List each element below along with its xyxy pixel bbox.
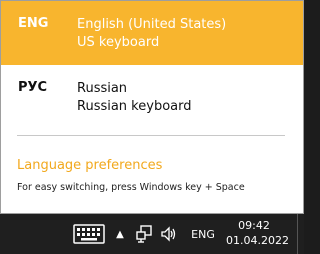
clock-time: 09:42 xyxy=(238,219,270,232)
language-code: РУС xyxy=(18,80,48,95)
keyboard-layout: Russian keyboard xyxy=(77,99,192,114)
clock-date: 01.04.2022 xyxy=(226,234,289,247)
language-option-eng[interactable]: ENG English (United States) US keyboard xyxy=(1,1,303,65)
keyboard-layout: US keyboard xyxy=(77,35,160,50)
language-option-rus[interactable]: РУС Russian Russian keyboard xyxy=(1,65,303,129)
language-preferences-link[interactable]: Language preferences xyxy=(17,158,162,173)
show-desktop-button[interactable] xyxy=(297,214,304,254)
language-code: ENG xyxy=(18,16,49,31)
touch-keyboard-icon[interactable] xyxy=(72,223,106,245)
volume-icon[interactable] xyxy=(159,225,179,243)
clock[interactable]: 09:42 01.04.2022 xyxy=(226,218,289,248)
chevron-up-icon[interactable]: ▲ xyxy=(113,225,127,243)
language-name: English (United States) xyxy=(77,17,227,32)
divider xyxy=(17,135,285,136)
switching-hint: For easy switching, press Windows key + … xyxy=(17,182,245,193)
taskbar: ▲ ENG 09:42 01.04.2022 xyxy=(0,214,304,254)
input-language-indicator[interactable]: ENG xyxy=(186,225,220,243)
language-flyout: ENG English (United States) US keyboard … xyxy=(0,0,304,214)
language-name: Russian xyxy=(77,81,128,96)
network-icon[interactable] xyxy=(134,225,154,243)
